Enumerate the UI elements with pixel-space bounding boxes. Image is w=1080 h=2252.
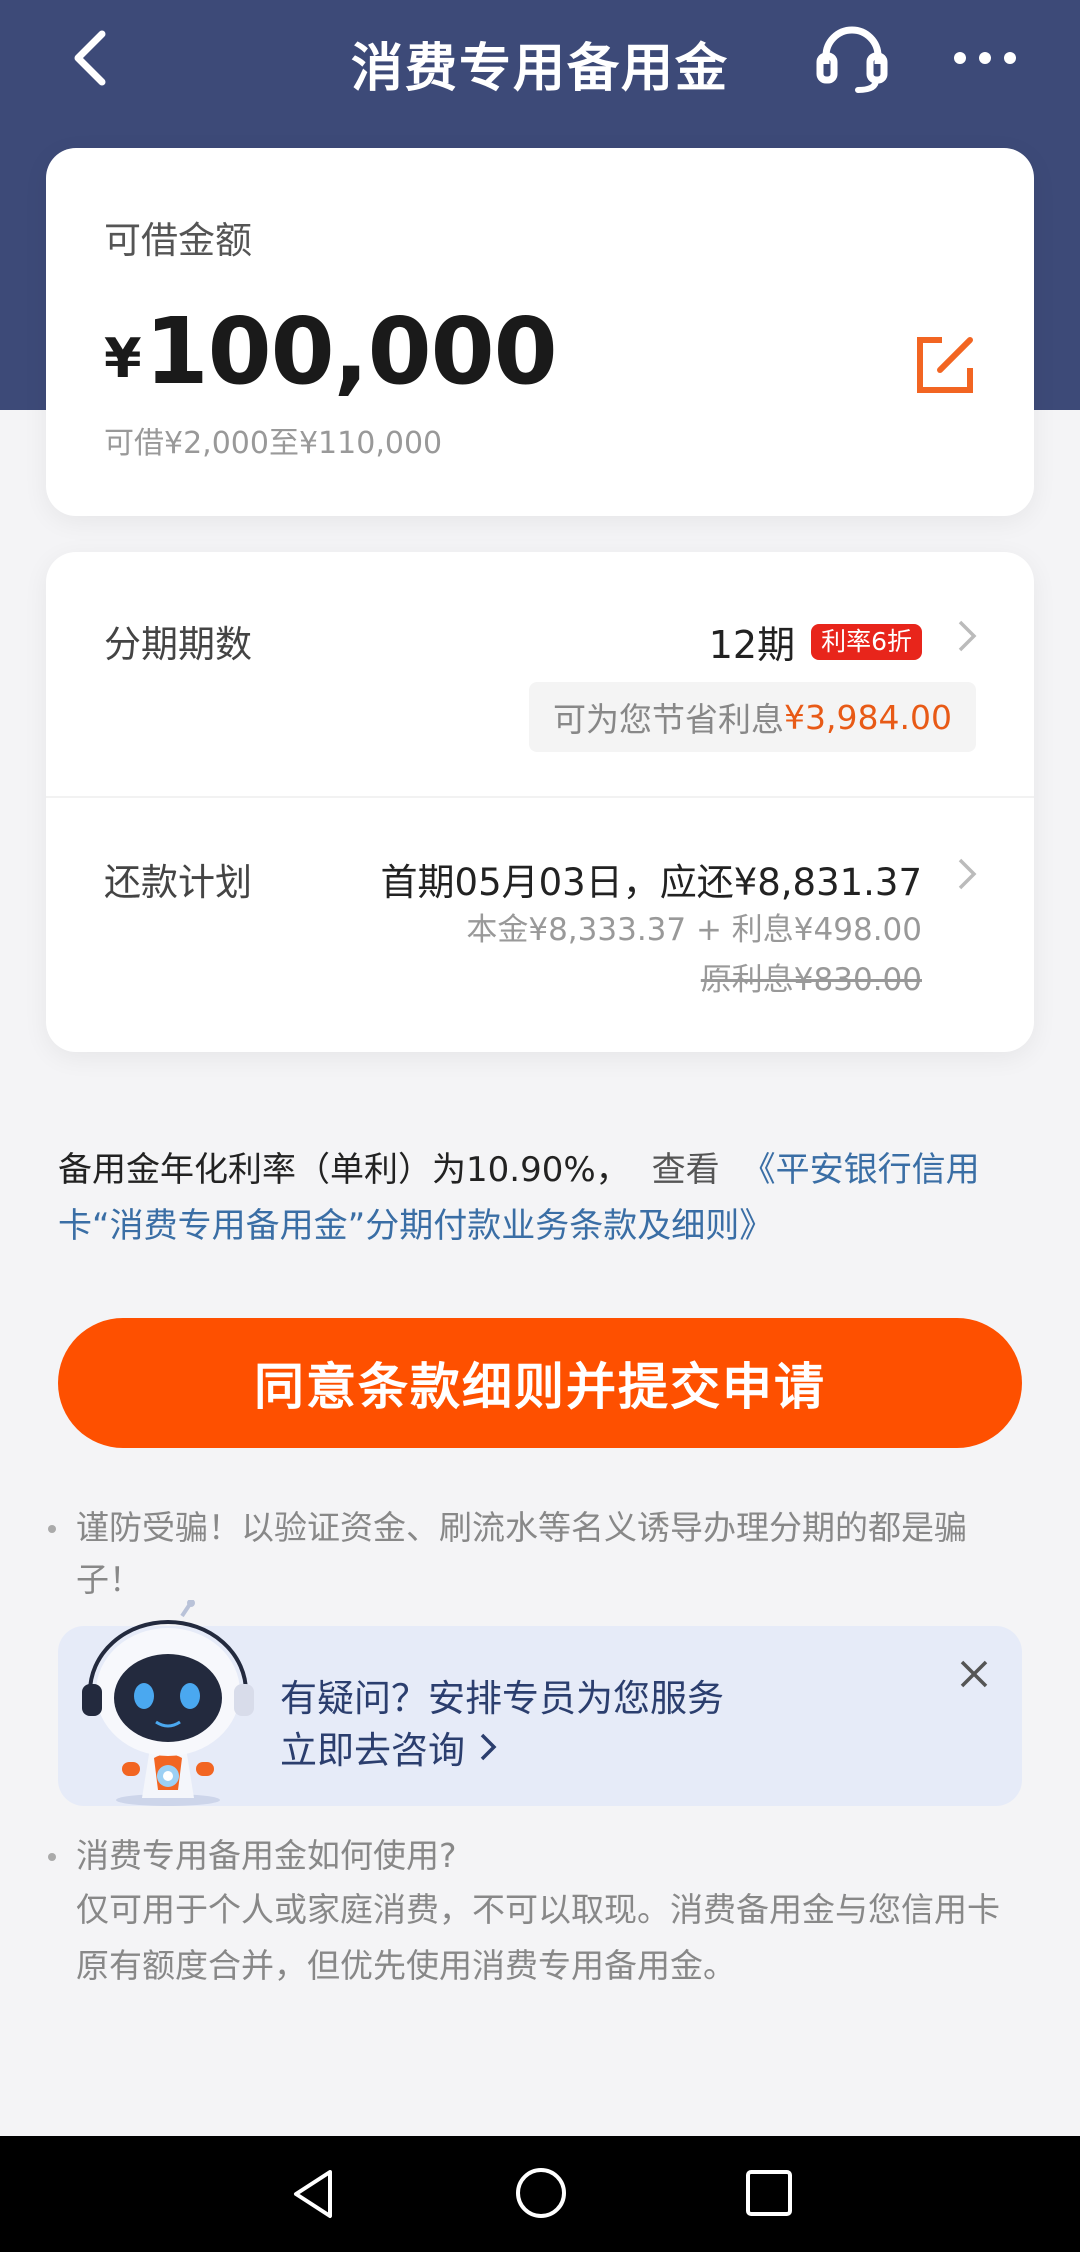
edit-amount-button[interactable] <box>912 330 982 400</box>
tip-fraud-warning: 谨防受骗！以验证资金、刷流水等名义诱导办理分期的都是骗子！ <box>42 1502 1022 1606</box>
original-interest: 原利息¥830.00 <box>700 962 922 998</box>
system-nav-bar <box>0 2136 1080 2252</box>
robot-avatar-icon <box>82 1600 254 1806</box>
plan-label: 还款计划 <box>104 861 252 904</box>
headset-icon <box>816 26 888 93</box>
page-title: 消费专用备用金 <box>350 39 729 99</box>
currency-symbol: ¥ <box>104 327 142 390</box>
tip-usage-question: 消费专用备用金如何使用? <box>42 1830 1022 1882</box>
installment-selector[interactable]: 12期 利率6折 <box>709 614 922 669</box>
payment-breakdown: 本金¥8,333.37 + 利息¥498.00 <box>466 912 922 948</box>
amount-label: 可借金额 <box>104 219 252 262</box>
loan-amount[interactable]: ¥100,000 <box>104 298 558 405</box>
amount-value: 100,000 <box>144 298 558 405</box>
submit-button[interactable]: 同意条款细则并提交申请 <box>58 1318 1022 1448</box>
more-button[interactable] <box>950 26 1020 86</box>
interest-saving-box: 可为您节省利息 ¥3,984.00 <box>529 682 976 752</box>
amount-range: 可借¥2,000至¥110,000 <box>104 426 443 461</box>
chevron-right-icon[interactable] <box>956 618 978 654</box>
top-bar: 消费专用备用金 <box>0 0 1080 120</box>
installment-value: 12期 <box>708 623 796 667</box>
saving-amount: ¥3,984.00 <box>784 697 952 737</box>
tip-usage-answer: 仅可用于个人或家庭消费，不可以取现。消费备用金与您信用卡原有额度合并，但优先使用… <box>76 1890 1000 1985</box>
customer-service-button[interactable] <box>814 26 890 94</box>
divider <box>46 796 1034 798</box>
edit-icon <box>917 337 973 393</box>
discount-badge: 利率6折 <box>811 623 922 660</box>
nav-home-icon[interactable] <box>512 2164 570 2222</box>
saving-label: 可为您节省利息 <box>553 700 785 739</box>
installment-card: 分期期数 12期 利率6折 可为您节省利息 ¥3,984.00 还款计划 首期05… <box>46 552 1034 1052</box>
rate-text: 备用金年化利率（单利）为10.90%， <box>58 1150 630 1190</box>
consult-popup[interactable]: 有疑问？安排专员为您服务 立即去咨询 <box>58 1600 1022 1806</box>
consult-label: 立即去咨询 <box>280 1729 465 1772</box>
amount-card: 可借金额 ¥100,000 可借¥2,000至¥110,000 <box>46 148 1034 516</box>
chevron-right-icon <box>480 1733 497 1761</box>
see-label: 查看 <box>651 1150 720 1190</box>
installment-label: 分期期数 <box>104 623 252 666</box>
popup-title: 有疑问？安排专员为您服务 <box>280 1677 724 1720</box>
nav-recent-icon[interactable] <box>742 2166 796 2220</box>
more-dots-icon <box>954 52 1016 64</box>
chevron-right-icon[interactable] <box>956 856 978 892</box>
first-payment[interactable]: 首期05月03日，应还¥8,831.37 <box>381 852 922 906</box>
close-icon[interactable] <box>954 1654 994 1694</box>
consult-link[interactable]: 立即去咨询 <box>280 1720 497 1774</box>
rate-statement: 备用金年化利率（单利）为10.90%， 查看 《平安银行信用卡“消费专用备用金”分期… <box>58 1142 1018 1254</box>
nav-back-icon[interactable] <box>286 2166 342 2222</box>
